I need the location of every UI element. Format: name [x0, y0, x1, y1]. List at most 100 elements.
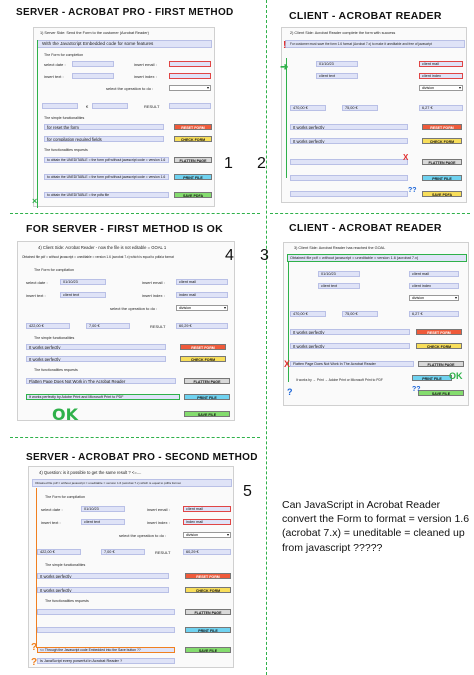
reset-form-button[interactable]: RESET FORM	[422, 124, 462, 130]
date-field[interactable]: 01/10/23	[318, 271, 360, 277]
insert-index-label: insert index :	[147, 520, 170, 525]
index-field[interactable]: client index	[409, 283, 459, 289]
index-field[interactable]: index mail	[176, 292, 228, 298]
text-field[interactable]: client text	[60, 292, 106, 298]
date-field[interactable]	[72, 61, 114, 67]
check-form-button[interactable]: CHECK FORM	[422, 138, 462, 144]
email-field[interactable]: client mail	[419, 61, 463, 67]
value1-field[interactable]: 422,00 €	[37, 549, 81, 555]
reset-row: for reset the form	[44, 124, 164, 130]
reset-form-button[interactable]: RESET FORM	[180, 344, 226, 350]
operation-select[interactable]	[169, 85, 211, 91]
print-row: to obtain the UNEDITABLE = the form pdf …	[44, 174, 169, 180]
operation-select[interactable]: division	[183, 532, 231, 538]
value2-field[interactable]: 7,00 €	[101, 549, 145, 555]
print-row	[290, 175, 408, 181]
reset-row: It works perfectly	[26, 344, 166, 350]
value1-field[interactable]: 470,00 €	[290, 311, 326, 317]
value2-field[interactable]: 75,00 €	[342, 105, 378, 111]
check-form-button[interactable]: CHECK FORM	[180, 356, 226, 362]
reset-form-button[interactable]: RESET FORM	[416, 329, 462, 335]
panel-header: 4) Question: is it possible to get the s…	[39, 470, 142, 475]
check-form-button[interactable]: CHECK FORM	[416, 343, 462, 349]
flatten-page-button[interactable]: FLATTEN PAGE	[418, 361, 464, 367]
operation-select[interactable]: division	[176, 305, 228, 311]
date-field[interactable]: 01/10/23	[81, 506, 125, 512]
number-4: 4	[225, 247, 234, 264]
save-row	[290, 191, 408, 197]
email-field[interactable]	[169, 61, 211, 67]
save-pdfa-button[interactable]: SAVE PDFA	[174, 192, 212, 198]
orange-question-mark-2: ?	[31, 657, 38, 668]
index-field[interactable]	[169, 73, 211, 79]
flatten-page-button[interactable]: FLATTEN PAGE	[184, 378, 230, 384]
print-file-button[interactable]: PRINT FILE	[184, 394, 230, 400]
title-client-reader-1: CLIENT - ACROBAT READER	[289, 10, 442, 22]
text-field[interactable]: client text	[81, 519, 125, 525]
value2-field[interactable]: 7,00 €	[86, 323, 130, 329]
operation-label: select the operation to do :	[106, 86, 154, 91]
flatten-page-button[interactable]: FLATTEN PAGE	[174, 157, 212, 163]
operation-select[interactable]: division	[409, 295, 459, 301]
select-date-label: select date :	[44, 62, 66, 67]
text-field[interactable]: client text	[318, 283, 360, 289]
operation-select[interactable]: division	[419, 85, 463, 91]
panel-subheader: Obtained file pdf = without javascript =…	[22, 255, 174, 259]
print-row: It works by → Print → Adobe Print or Mic…	[296, 378, 383, 382]
green-arrow-mark: ➜	[280, 62, 289, 73]
save-pdfa-button[interactable]: SAVE PDFA	[422, 191, 462, 197]
email-field[interactable]: client mail	[183, 506, 231, 512]
check-form-button[interactable]: CHECK FORM	[185, 587, 231, 593]
red-x-mark: X	[284, 359, 291, 369]
red-exclamation-mark: !	[283, 40, 287, 51]
email-field[interactable]: client mail	[176, 279, 228, 285]
date-field[interactable]: 01/10/23	[60, 279, 106, 285]
value1-field[interactable]: 422,00 €	[26, 323, 70, 329]
save-file-button[interactable]: SAVE FILE	[418, 390, 464, 396]
insert-text-label: insert text :	[26, 293, 46, 298]
simple-functionalities: The simple functionalities	[34, 336, 75, 340]
print-file-button[interactable]: PRINT FILE	[185, 627, 231, 633]
panel-server-second-method: 4) Question: is it possible to get the s…	[28, 466, 234, 668]
value2-field[interactable]: 75,00 €	[342, 311, 378, 317]
check-form-button[interactable]: CHECK FORM	[174, 136, 212, 142]
panel-server-first-ok: 4) Client Side: Acrobat Reader - now the…	[17, 241, 235, 421]
save-file-button[interactable]: SAVE FILE	[185, 647, 231, 653]
panel-subheader: Obtained file pdf = without javascript =…	[290, 256, 419, 260]
reset-form-button[interactable]: RESET FORM	[185, 573, 231, 579]
reset-form-button[interactable]: RESET FORM	[174, 124, 212, 130]
insert-index-label: insert index :	[142, 293, 165, 298]
result-label: RESULT	[150, 324, 166, 329]
number-5: 5	[243, 483, 252, 500]
index-field[interactable]: client index	[419, 73, 463, 79]
print-file-button[interactable]: PRINT FILE	[412, 375, 452, 381]
result-field	[169, 103, 211, 109]
email-field[interactable]: client mail	[409, 271, 459, 277]
check-row: It works perfectly	[290, 343, 410, 349]
flatten-page-button[interactable]: FLATTEN PAGE	[422, 159, 462, 165]
text-field[interactable]: client text	[316, 73, 358, 79]
value2-field[interactable]	[92, 103, 128, 109]
reset-row: It works perfectly	[37, 573, 169, 579]
flatten-row: to obtain the UNEDITABLE = the form pdf …	[44, 157, 169, 163]
title-server-first-method: SERVER - ACROBAT PRO - FIRST METHOD	[16, 7, 234, 18]
index-field[interactable]: index mail	[183, 519, 231, 525]
date-field[interactable]: 01/10/23	[316, 61, 358, 67]
form-title: The Form for compilation	[34, 268, 74, 272]
functionalities-requests: The functionalities requests	[45, 599, 89, 603]
insert-text-label: insert text :	[44, 74, 64, 79]
check-row: It works perfectly	[37, 587, 169, 593]
flatten-page-button[interactable]: FLATTEN PAGE	[185, 609, 231, 615]
check-row: It works perfectly	[290, 138, 408, 144]
panel-client-reader-2: 3) Client Side: Acrobat Reader has reach…	[283, 242, 469, 406]
print-file-button[interactable]: PRINT FILE	[422, 175, 462, 181]
print-file-button[interactable]: PRINT FILE	[174, 174, 212, 180]
save-file-button[interactable]: SAVE FILE	[184, 411, 230, 417]
select-date-label: select date :	[26, 280, 48, 285]
text-field[interactable]	[72, 73, 114, 79]
value1-field[interactable]: 470,00 €	[290, 105, 326, 111]
green-ok-mark: OK	[52, 405, 78, 424]
value1-field[interactable]	[42, 103, 78, 109]
save-row: to obtain the UNEDITABLE = the pdfa file	[44, 192, 169, 198]
insert-index-label: insert index :	[134, 74, 157, 79]
